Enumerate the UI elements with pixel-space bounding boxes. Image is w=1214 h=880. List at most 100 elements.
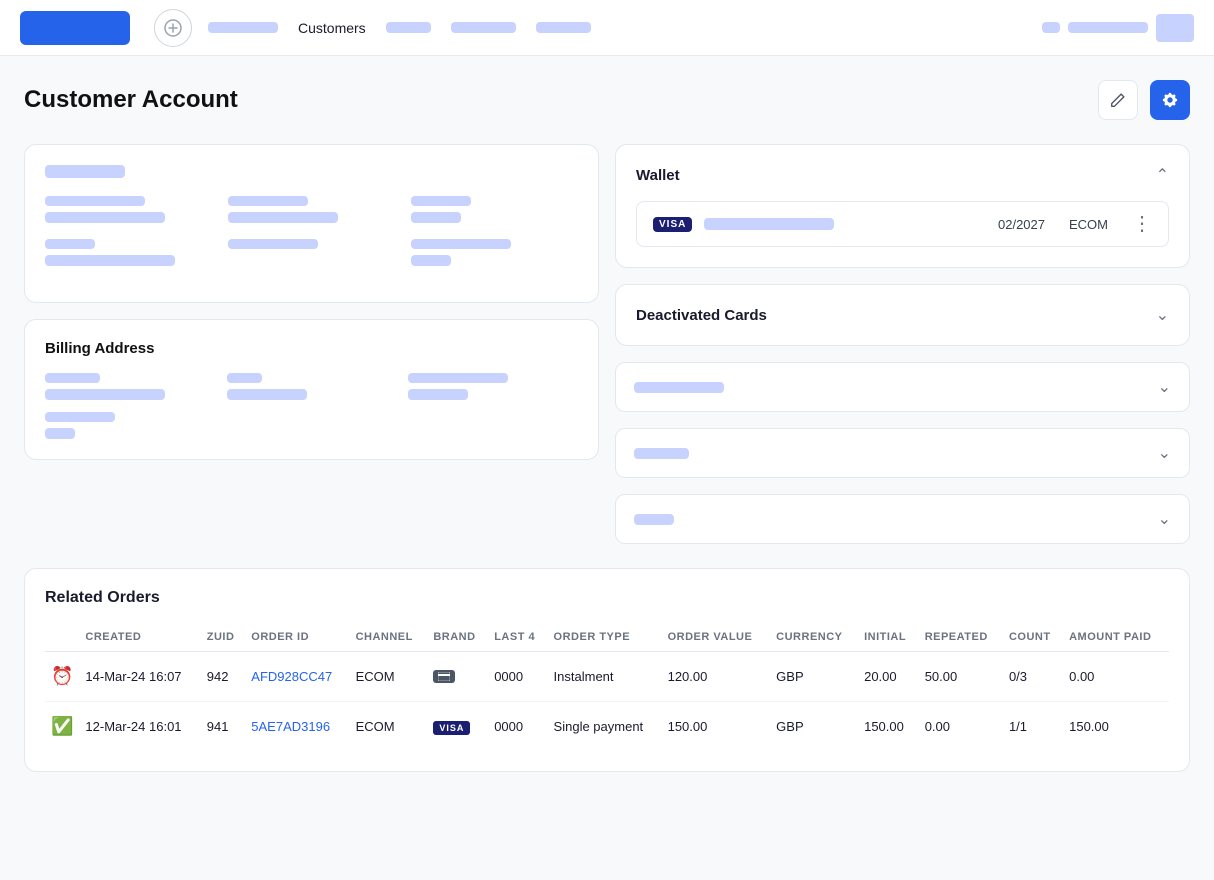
ph: [634, 382, 724, 393]
settings-button[interactable]: [1150, 80, 1190, 120]
ph: [45, 412, 115, 422]
zuid-cell: 941: [201, 702, 246, 752]
ph: [45, 239, 95, 249]
billing-ph-group: [45, 373, 578, 400]
nav-right-ph2: [1068, 22, 1148, 33]
col-order-id: ORDER ID: [245, 623, 349, 652]
item3-collapse-icon[interactable]: ⌄: [1158, 509, 1171, 529]
related-orders-title: Related Orders: [45, 589, 1169, 607]
deactivated-item-3[interactable]: ⌄: [615, 494, 1190, 544]
ph: [228, 196, 308, 206]
brand-card: [433, 670, 455, 683]
wallet-card-item: VISA 02/2027 ECOM ⋮: [636, 201, 1169, 247]
wallet-card: Wallet ⌃ VISA 02/2027 ECOM ⋮: [615, 144, 1190, 268]
card-menu-button[interactable]: ⋮: [1132, 214, 1152, 234]
initial-cell: 150.00: [858, 702, 919, 752]
brand-visa: VISA: [433, 721, 470, 735]
brand-cell: VISA: [427, 702, 488, 752]
repeated-cell: 50.00: [919, 652, 1003, 702]
created-cell: 12-Mar-24 16:01: [79, 702, 200, 752]
card-number-placeholder: [704, 218, 834, 230]
order-type-cell: Single payment: [548, 702, 662, 752]
item2-collapse-icon[interactable]: ⌄: [1158, 443, 1171, 463]
col-channel: CHANNEL: [350, 623, 428, 652]
nav-items: Customers: [208, 20, 1026, 36]
channel-cell: ECOM: [350, 652, 428, 702]
deactivated-item-1[interactable]: ⌄: [615, 362, 1190, 412]
orders-table: CREATED ZUID ORDER ID CHANNEL BRAND LAST…: [45, 623, 1169, 751]
header-actions: [1098, 80, 1190, 120]
count-cell: 0/3: [1003, 652, 1063, 702]
order-value-cell: 120.00: [662, 652, 771, 702]
col-initial: INITIAL: [858, 623, 919, 652]
left-column: Billing Address: [24, 144, 599, 552]
nav-add-button[interactable]: [154, 9, 192, 47]
initial-cell: 20.00: [858, 652, 919, 702]
visa-badge: VISA: [653, 217, 692, 232]
page-content: Customer Account: [0, 56, 1214, 796]
order-id-cell: AFD928CC47: [245, 652, 349, 702]
ph: [45, 212, 165, 223]
channel-cell: ECOM: [350, 702, 428, 752]
order-value-cell: 150.00: [662, 702, 771, 752]
edit-button[interactable]: [1098, 80, 1138, 120]
customer-ph-group: [45, 196, 578, 223]
ph: [634, 514, 674, 525]
ph: [634, 448, 689, 459]
nav-placeholder-2: [386, 22, 431, 33]
nav-right-ph1: [1042, 22, 1060, 33]
order-id-link[interactable]: 5AE7AD3196: [251, 719, 330, 734]
nav-logo[interactable]: [20, 11, 130, 45]
order-type-cell: Instalment: [548, 652, 662, 702]
main-grid: Billing Address: [24, 144, 1190, 552]
deactivated-collapse-icon[interactable]: ⌄: [1156, 305, 1169, 325]
status-success-icon: ✅: [51, 716, 73, 736]
ph: [45, 196, 145, 206]
nav-avatar[interactable]: [1156, 14, 1194, 42]
page-title: Customer Account: [24, 86, 238, 114]
status-cell: ✅: [45, 702, 79, 752]
order-id-cell: 5AE7AD3196: [245, 702, 349, 752]
ph: [408, 373, 508, 383]
col-brand: BRAND: [427, 623, 488, 652]
related-orders-card: Related Orders CREATED ZUID ORDER ID CHA…: [24, 568, 1190, 772]
col-last4: LAST 4: [488, 623, 547, 652]
col-order-value: ORDER VALUE: [662, 623, 771, 652]
ph: [228, 239, 318, 249]
card-expiry: 02/2027: [998, 217, 1045, 232]
ph: [411, 196, 471, 206]
col-status: [45, 623, 79, 652]
order-id-link[interactable]: AFD928CC47: [251, 669, 332, 684]
col-created: CREATED: [79, 623, 200, 652]
status-pending-icon: ⏰: [51, 666, 73, 686]
wallet-header: Wallet ⌃: [636, 165, 1169, 185]
col-zuid: ZUID: [201, 623, 246, 652]
nav-right: [1042, 14, 1194, 42]
col-order-type: ORDER TYPE: [548, 623, 662, 652]
nav-placeholder-1: [208, 22, 278, 33]
item1-collapse-icon[interactable]: ⌄: [1158, 377, 1171, 397]
ph: [411, 239, 511, 249]
customer-ph-group2: [45, 239, 578, 266]
ph: [227, 389, 307, 400]
repeated-cell: 0.00: [919, 702, 1003, 752]
created-cell: 14-Mar-24 16:07: [79, 652, 200, 702]
nav-placeholder-4: [536, 22, 591, 33]
wallet-collapse-icon[interactable]: ⌃: [1156, 165, 1169, 185]
currency-cell: GBP: [770, 702, 858, 752]
wallet-title: Wallet: [636, 167, 680, 184]
ph: [45, 255, 175, 266]
ph: [408, 389, 468, 400]
ph: [45, 373, 100, 383]
table-row: ✅ 12-Mar-24 16:01 941 5AE7AD3196 ECOM VI…: [45, 702, 1169, 752]
billing-ph-row2: [45, 412, 578, 439]
billing-title: Billing Address: [45, 340, 578, 357]
ph: [411, 255, 451, 266]
last4-cell: 0000: [488, 702, 547, 752]
nav-customers[interactable]: Customers: [298, 20, 366, 36]
deactivated-item-2[interactable]: ⌄: [615, 428, 1190, 478]
deactivated-title: Deactivated Cards: [636, 307, 767, 324]
customer-info-card: [24, 144, 599, 303]
amount-paid-cell: 150.00: [1063, 702, 1169, 752]
table-row: ⏰ 14-Mar-24 16:07 942 AFD928CC47 ECOM 00…: [45, 652, 1169, 702]
